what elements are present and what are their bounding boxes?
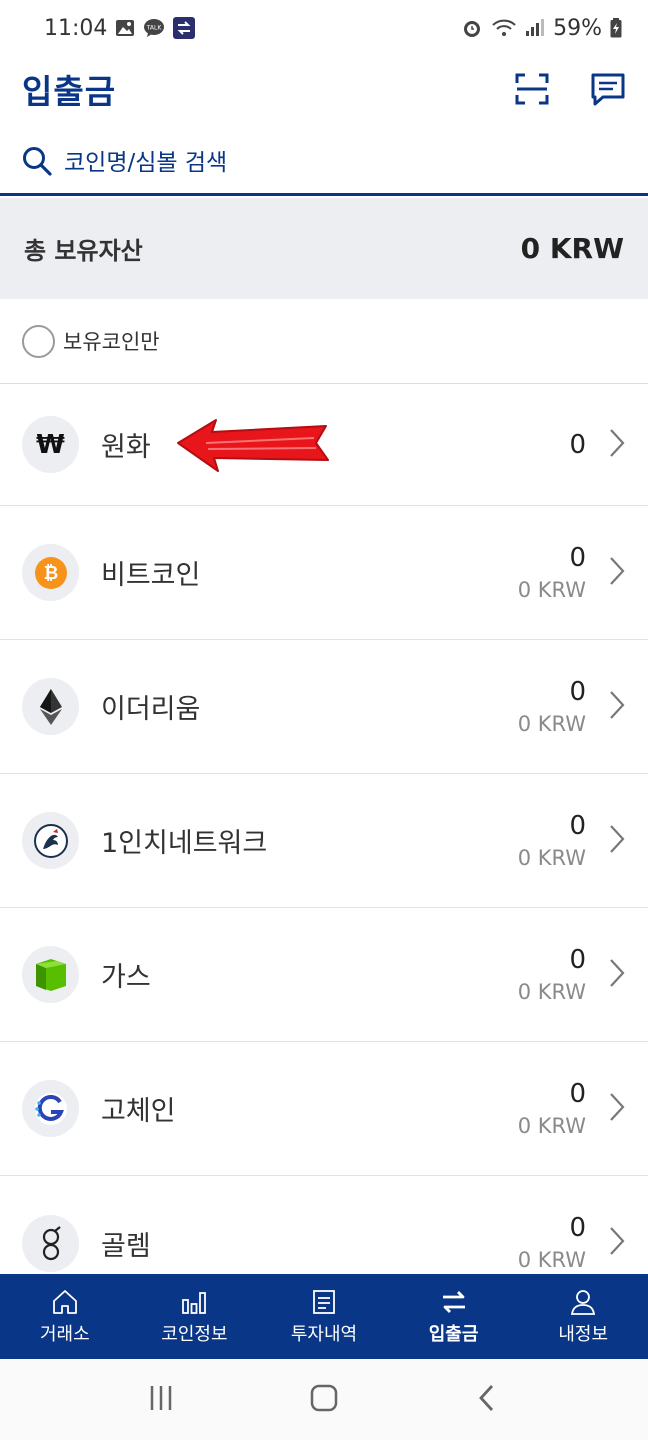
total-assets-label: 총 보유자산 — [24, 237, 143, 265]
exchange-app-icon — [173, 17, 196, 39]
transfer-icon — [442, 1290, 465, 1313]
coin-amount: 0 — [569, 1078, 586, 1109]
nav-label: 투자내역 — [290, 1323, 358, 1345]
coin-amount: 0 — [569, 1213, 586, 1243]
chevron-right-icon — [608, 428, 626, 462]
bar-chart-icon — [182, 1291, 207, 1314]
nav-label: 코인정보 — [161, 1323, 228, 1345]
red-arrow-annotation — [177, 419, 329, 472]
coin-row-gas[interactable]: 가스 0 0 KRW — [0, 908, 648, 1042]
holdings-only-label: 보유코인만 — [63, 330, 160, 354]
coin-amount: 0 — [569, 944, 586, 975]
ethereum-icon — [22, 678, 79, 735]
chat-icon[interactable] — [588, 69, 628, 109]
nav-exchange[interactable]: 거래소 — [0, 1274, 130, 1359]
gallery-icon — [115, 19, 135, 37]
nav-deposit-withdraw[interactable]: 입출금 — [389, 1274, 519, 1359]
coin-amount: 0 — [569, 676, 586, 707]
status-right: 59% — [461, 16, 622, 41]
home-button-icon[interactable] — [309, 1383, 339, 1417]
system-nav-bar — [0, 1359, 648, 1440]
battery-percent: 59% — [553, 15, 602, 41]
nav-my-info[interactable]: 내정보 — [518, 1274, 648, 1359]
coin-name: 원화 — [101, 432, 151, 463]
coin-row-gochain[interactable]: 고체인 0 0 KRW — [0, 1042, 648, 1176]
coin-values: 0 0 KRW — [518, 908, 586, 1041]
search-icon — [22, 146, 52, 180]
chevron-right-icon — [608, 556, 626, 590]
coin-row-bitcoin[interactable]: ₿ 비트코인 0 0 KRW — [0, 506, 648, 640]
chevron-right-icon — [608, 1092, 626, 1126]
status-time: 11:04 — [44, 15, 108, 41]
coin-krw-value: 0 KRW — [517, 845, 586, 870]
total-assets-row: 총 보유자산 0 KRW — [0, 198, 648, 299]
won-icon: ₩ — [22, 416, 79, 473]
coin-values: 0 0 KRW — [518, 640, 586, 773]
page-title: 입출금 — [22, 72, 117, 111]
nav-label: 거래소 — [39, 1323, 90, 1345]
coin-values: 0 0 KRW — [518, 506, 586, 639]
nav-coin-info[interactable]: 코인정보 — [130, 1274, 260, 1359]
document-icon — [313, 1289, 335, 1314]
nav-label: 내정보 — [558, 1323, 609, 1345]
coin-name: 이더리움 — [101, 694, 201, 725]
holdings-only-filter[interactable]: 보유코인만 — [0, 299, 648, 384]
coin-name: 골렘 — [101, 1230, 151, 1262]
coin-name: 고체인 — [101, 1096, 176, 1127]
coin-krw-value: 0 KRW — [517, 979, 586, 1004]
nav-label: 입출금 — [428, 1323, 479, 1345]
coin-amount: 0 — [569, 429, 586, 460]
chevron-right-icon — [608, 1226, 626, 1260]
alarm-icon — [461, 17, 483, 39]
svg-text:₿: ₿ — [43, 563, 58, 584]
coin-row-ethereum[interactable]: 이더리움 0 0 KRW — [0, 640, 648, 774]
wifi-icon — [491, 18, 517, 38]
chevron-right-icon — [608, 690, 626, 724]
search-bar — [0, 132, 648, 196]
coin-name: 1인치네트워크 — [101, 828, 268, 859]
signal-icon — [525, 19, 545, 37]
coin-row-1inch[interactable]: 1인치네트워크 0 0 KRW — [0, 774, 648, 908]
kakaotalk-label: TALK — [146, 25, 163, 32]
coin-krw-value: 0 KRW — [517, 711, 586, 736]
coin-krw-value: 0 KRW — [517, 577, 586, 602]
coin-name: 가스 — [101, 962, 151, 993]
chevron-right-icon — [608, 824, 626, 858]
coin-values: 0 — [569, 384, 586, 505]
total-assets-value: 0 KRW — [520, 232, 624, 265]
nav-investments[interactable]: 투자내역 — [259, 1274, 389, 1359]
scan-icon[interactable] — [512, 69, 552, 109]
app-header: 입출금 — [0, 56, 648, 122]
battery-icon — [610, 18, 622, 38]
coin-values: 0 0 KRW — [518, 1042, 586, 1175]
1inch-icon — [22, 812, 79, 869]
bottom-nav: 거래소 코인정보 투자내역 입출금 내정보 — [0, 1274, 648, 1359]
gas-icon — [22, 946, 79, 1003]
status-left: 11:04 TALK — [44, 15, 196, 41]
recent-apps-icon[interactable] — [146, 1383, 176, 1417]
header-actions — [512, 69, 628, 109]
kakaotalk-icon: TALK — [143, 18, 165, 38]
bitcoin-icon: ₿ — [22, 544, 79, 601]
coin-list: ₩ 원화 0 ₿ 비트코인 0 0 KRW 이더리움 0 0 KRW 1인치네트… — [0, 384, 648, 1310]
search-input[interactable] — [64, 149, 604, 176]
holdings-only-radio[interactable] — [22, 324, 55, 358]
person-icon — [571, 1289, 596, 1315]
golem-icon — [22, 1214, 79, 1272]
home-icon — [52, 1289, 77, 1314]
coin-row-krw[interactable]: ₩ 원화 0 — [0, 384, 648, 506]
status-bar: 11:04 TALK 59% — [0, 0, 648, 56]
coin-krw-value: 0 KRW — [517, 1113, 586, 1138]
chevron-right-icon — [608, 958, 626, 992]
coin-amount: 0 — [569, 542, 586, 573]
coin-krw-value: 0 KRW — [517, 1248, 586, 1272]
gochain-icon — [22, 1080, 79, 1137]
won-symbol: ₩ — [36, 429, 65, 460]
coin-values: 0 0 KRW — [518, 774, 586, 907]
coin-name: 비트코인 — [101, 560, 201, 591]
back-icon[interactable] — [472, 1383, 502, 1417]
coin-amount: 0 — [569, 810, 586, 841]
